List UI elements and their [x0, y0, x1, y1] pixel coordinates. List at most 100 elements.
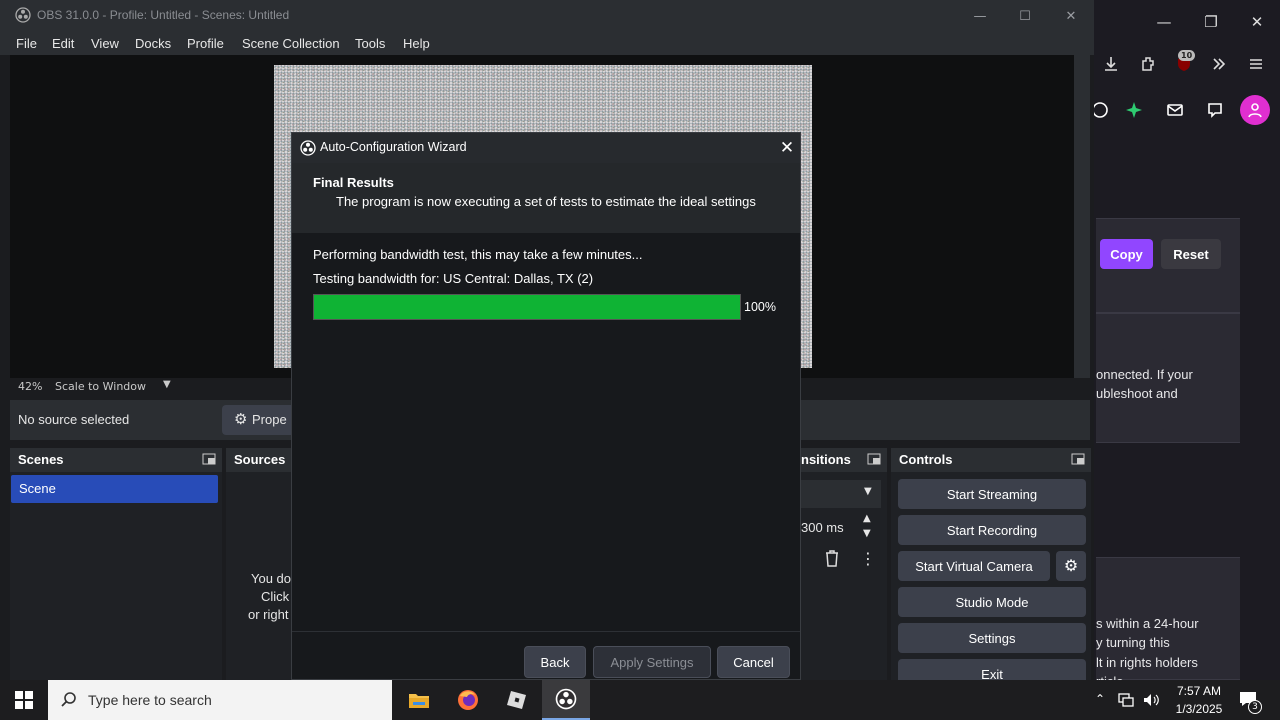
- menu-help[interactable]: Help: [403, 36, 430, 51]
- preview-scrollbar[interactable]: [1074, 55, 1090, 378]
- sources-hint: or right: [248, 607, 289, 622]
- avatar[interactable]: [1240, 95, 1270, 125]
- clock-date[interactable]: 1/3/2025: [1170, 702, 1228, 716]
- search-icon: [60, 691, 78, 709]
- auto-config-wizard-dialog: Auto-Configuration Wizard ✕ Final Result…: [291, 132, 801, 680]
- wizard-heading: Final Results: [313, 175, 394, 190]
- sparkle-icon[interactable]: [1120, 96, 1148, 124]
- tray-chevron-up-icon[interactable]: ⌃: [1095, 692, 1105, 706]
- chevron-down-icon: ▼: [864, 486, 872, 497]
- inbox-icon[interactable]: [1161, 96, 1189, 124]
- obs-titlebar: OBS 31.0.0 - Profile: Untitled - Scenes:…: [0, 0, 1094, 31]
- sources-hint: Click: [261, 589, 290, 604]
- apply-settings-button[interactable]: Apply Settings: [593, 646, 711, 678]
- notification-count-badge: 3: [1248, 700, 1262, 714]
- cancel-button[interactable]: Cancel: [717, 646, 790, 678]
- hamburger-menu-icon[interactable]: [1242, 50, 1270, 78]
- minimize-icon[interactable]: —: [1150, 8, 1178, 36]
- server-line: Testing bandwidth for: US Central: Dalla…: [313, 271, 594, 286]
- minimize-icon[interactable]: —: [970, 6, 990, 26]
- no-source-label: No source selected: [18, 412, 130, 427]
- scenes-dock-header: Scenes: [10, 448, 222, 472]
- download-icon[interactable]: [1097, 50, 1125, 78]
- volume-icon[interactable]: [1142, 692, 1160, 708]
- copy-button[interactable]: Copy: [1100, 239, 1153, 269]
- taskbar-search-box[interactable]: Type here to search: [48, 680, 392, 720]
- start-streaming-button[interactable]: Start Streaming: [898, 479, 1086, 509]
- scenes-title: Scenes: [18, 452, 64, 467]
- undock-icon[interactable]: [867, 452, 881, 466]
- more-options-icon[interactable]: ⋮: [860, 549, 876, 568]
- info-text-line: y turning this: [1096, 635, 1170, 650]
- transition-duration[interactable]: 300 ms: [801, 520, 844, 535]
- trash-icon[interactable]: [824, 549, 840, 567]
- sources-hint: You do: [251, 571, 292, 586]
- close-icon[interactable]: ✕: [776, 137, 798, 159]
- search-placeholder: Type here to search: [88, 692, 212, 708]
- progress-bar: [313, 294, 741, 320]
- obs-taskbar-icon[interactable]: [542, 680, 590, 720]
- wizard-header: Final Results The program is now executi…: [292, 163, 800, 233]
- spin-up-icon[interactable]: ▲: [863, 513, 871, 524]
- settings-button[interactable]: Settings: [898, 623, 1086, 653]
- info-text-line: s within a 24-hour: [1096, 616, 1199, 631]
- maximize-icon[interactable]: ☐: [1015, 6, 1035, 26]
- controls-title: Controls: [899, 452, 953, 467]
- menu-file[interactable]: File: [16, 36, 37, 51]
- status-line: Performing bandwidth test, this may take…: [313, 247, 643, 262]
- info-text-line: ubleshoot and: [1096, 386, 1178, 401]
- whispers-icon[interactable]: [1201, 96, 1229, 124]
- scale-mode-select[interactable]: Scale to Window: [55, 380, 146, 393]
- scene-name: Scene: [19, 481, 56, 496]
- overflow-chevron-icon[interactable]: [1205, 50, 1233, 78]
- network-icon[interactable]: [1117, 692, 1135, 708]
- obs-logo-icon: [300, 140, 316, 156]
- roblox-icon[interactable]: [493, 680, 541, 720]
- gear-icon: ⚙: [234, 410, 248, 428]
- close-icon[interactable]: ✕: [1061, 6, 1081, 26]
- restore-icon[interactable]: ❐: [1197, 8, 1225, 36]
- menu-bar: File Edit View Docks Profile Scene Colle…: [0, 31, 1094, 55]
- windows-start-icon[interactable]: [0, 680, 48, 720]
- clock-time[interactable]: 7:57 AM: [1172, 684, 1226, 698]
- progress-fill: [314, 295, 740, 319]
- obs-logo-icon: [15, 7, 31, 23]
- close-icon[interactable]: ✕: [1243, 8, 1271, 36]
- transition-select[interactable]: ▼: [801, 480, 881, 508]
- sources-title: Sources: [234, 452, 286, 467]
- undock-icon[interactable]: [202, 452, 216, 466]
- virtual-camera-settings-gear-icon[interactable]: ⚙: [1056, 551, 1086, 581]
- exit-button[interactable]: Exit: [898, 659, 1086, 680]
- scenes-list: [10, 472, 222, 680]
- spin-down-icon[interactable]: ▼: [863, 528, 871, 539]
- start-virtual-camera-button[interactable]: Start Virtual Camera: [898, 551, 1050, 581]
- extensions-icon[interactable]: [1134, 50, 1162, 78]
- back-button[interactable]: Back: [524, 646, 586, 678]
- studio-mode-button[interactable]: Studio Mode: [898, 587, 1086, 617]
- menu-scene-collection[interactable]: Scene Collection: [242, 36, 340, 51]
- transitions-title: nsitions: [801, 452, 851, 467]
- menu-docks[interactable]: Docks: [135, 36, 171, 51]
- menu-tools[interactable]: Tools: [355, 36, 385, 51]
- progress-label: 100%: [744, 300, 776, 314]
- firefox-icon[interactable]: [444, 680, 492, 720]
- controls-dock-header: Controls: [891, 448, 1091, 472]
- scene-list-item[interactable]: Scene: [11, 475, 218, 503]
- chevron-down-icon[interactable]: ▼: [163, 379, 171, 390]
- start-recording-button[interactable]: Start Recording: [898, 515, 1086, 545]
- wizard-subheading: The program is now executing a set of te…: [336, 194, 756, 209]
- reset-button[interactable]: Reset: [1161, 239, 1221, 269]
- info-text-line: onnected. If your: [1096, 367, 1193, 382]
- undock-icon[interactable]: [1071, 452, 1085, 466]
- file-explorer-icon[interactable]: [395, 680, 443, 720]
- menu-view[interactable]: View: [91, 36, 119, 51]
- wizard-titlebar: Auto-Configuration Wizard ✕: [292, 133, 800, 163]
- info-text-line: rticle: [1096, 672, 1123, 680]
- window-title: OBS 31.0.0 - Profile: Untitled - Scenes:…: [37, 8, 290, 22]
- sources-dock-header: Sources: [226, 448, 296, 472]
- menu-edit[interactable]: Edit: [52, 36, 74, 51]
- zoom-level: 42%: [18, 380, 43, 393]
- transitions-dock-header: nsitions: [801, 448, 887, 472]
- extension-badge: 10: [1178, 50, 1196, 61]
- menu-profile[interactable]: Profile: [187, 36, 224, 51]
